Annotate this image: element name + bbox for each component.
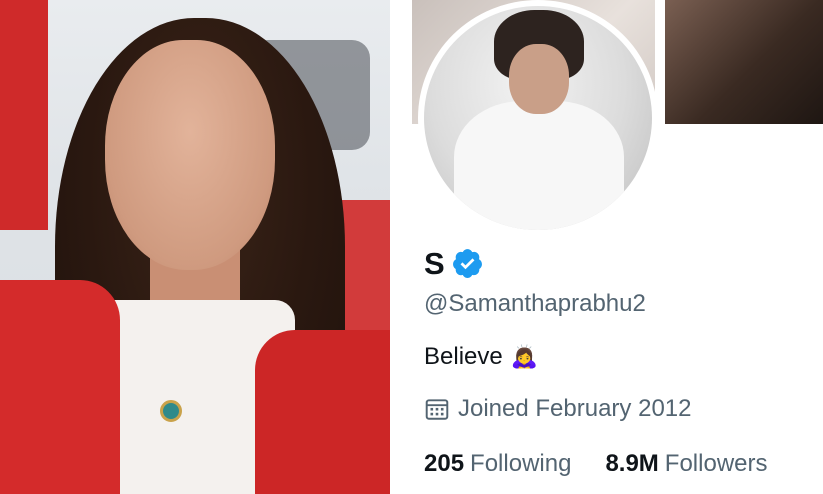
- avatar-clothing: [454, 101, 624, 230]
- backdrop-banner-left: [0, 0, 48, 230]
- followers-label: Followers: [664, 450, 768, 477]
- banner-image-2: [665, 0, 823, 124]
- portrait-face: [105, 40, 275, 270]
- profile-joined: Joined February 2012: [424, 395, 691, 423]
- bio-emoji: 🙇‍♀️: [510, 344, 539, 370]
- profile-handle: @Samanthaprabhu2: [424, 290, 646, 317]
- display-name: S: [424, 246, 445, 281]
- portrait-pendant: [160, 400, 182, 422]
- following-link[interactable]: 205 Following: [424, 450, 571, 478]
- calendar-icon: [425, 399, 449, 420]
- portrait-jacket-left: [0, 280, 120, 494]
- avatar-face: [509, 44, 569, 114]
- following-count: 205: [424, 450, 465, 477]
- portrait-jacket-right: [255, 330, 390, 494]
- profile-panel: S @Samanthaprabhu2 Believe 🙇‍♀️ Joined F…: [390, 0, 823, 494]
- bio-text: Believe: [424, 343, 503, 370]
- portrait-photo: [0, 0, 390, 494]
- followers-link[interactable]: 8.9M Followers: [605, 450, 767, 478]
- following-label: Following: [470, 450, 572, 477]
- profile-bio: Believe 🙇‍♀️: [424, 343, 538, 371]
- followers-count: 8.9M: [605, 450, 659, 477]
- joined-date: Joined February 2012: [458, 395, 692, 422]
- profile-stats: 205 Following 8.9M Followers: [424, 450, 768, 478]
- profile-avatar[interactable]: [418, 0, 658, 236]
- verified-badge-icon[interactable]: [451, 247, 484, 280]
- profile-name-row: S: [424, 247, 484, 280]
